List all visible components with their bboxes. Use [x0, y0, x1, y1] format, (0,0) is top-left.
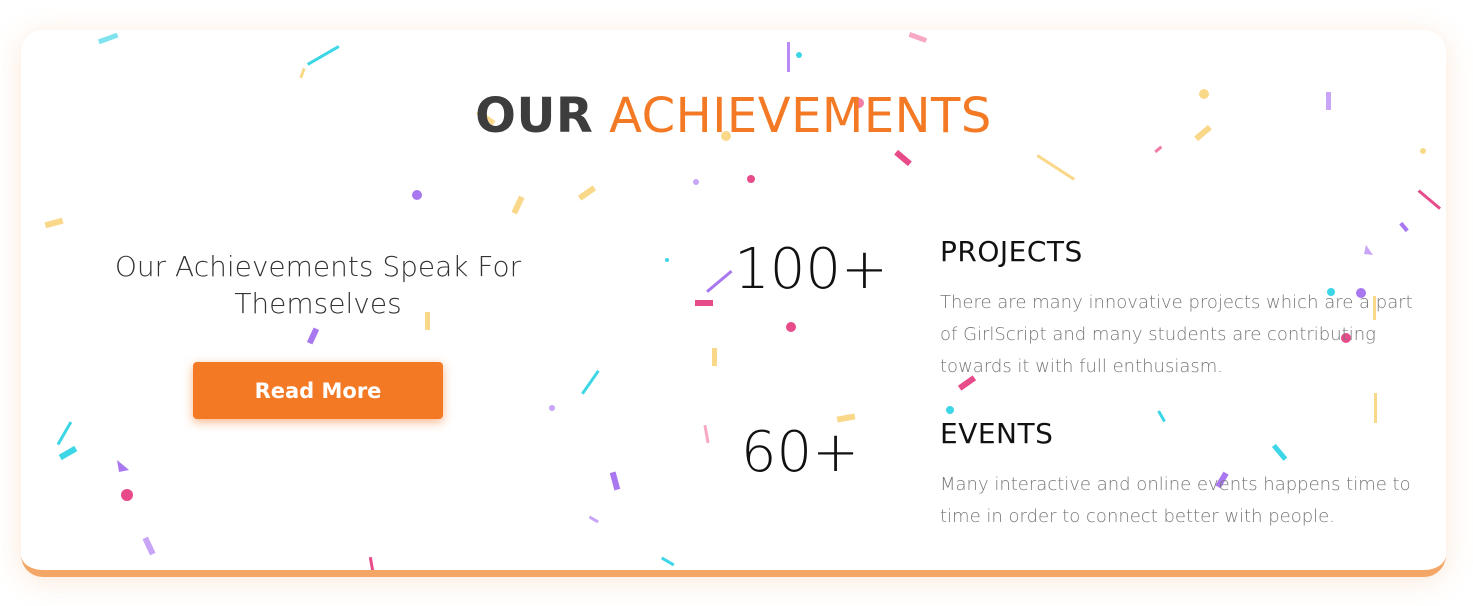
- projects-description: There are many innovative projects which…: [940, 292, 1413, 377]
- section-title: OUR ACHIEVEMENTS: [21, 86, 1446, 146]
- achievements-card: OUR ACHIEVEMENTS Our Achievements Speak …: [21, 30, 1446, 577]
- read-more-button[interactable]: Read More: [193, 362, 443, 419]
- achievements-tagline: Our Achievements Speak For Themselves: [114, 250, 522, 320]
- projects-title: PROJECTS: [940, 235, 1083, 268]
- page: OUR ACHIEVEMENTS Our Achievements Speak …: [0, 0, 1473, 606]
- events-title: EVENTS: [940, 417, 1054, 450]
- events-count: 60+: [740, 420, 860, 485]
- section-title-dark: OUR: [475, 88, 594, 144]
- section-title-accent: ACHIEVEMENTS: [609, 88, 992, 144]
- projects-count: 100+: [734, 237, 888, 302]
- events-description: Many interactive and online events happe…: [940, 474, 1411, 527]
